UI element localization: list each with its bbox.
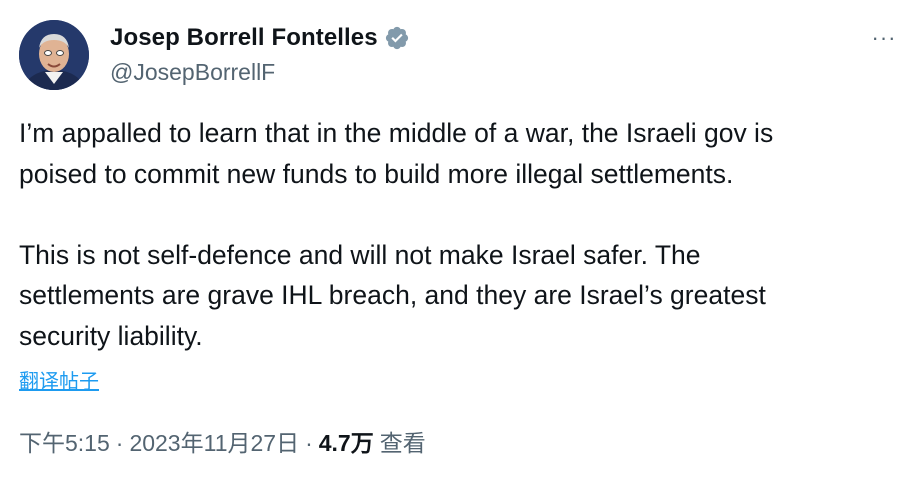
verified-badge-icon[interactable] bbox=[384, 25, 410, 51]
meta-separator: · bbox=[115, 430, 124, 456]
author-handle[interactable]: @JosepBorrellF bbox=[110, 59, 275, 86]
views-label[interactable]: 查看 bbox=[380, 424, 426, 458]
views-count[interactable]: 4.7万 bbox=[319, 424, 374, 458]
tweet-card: Josep Borrell Fontelles @JosepBorrellF ·… bbox=[0, 0, 908, 480]
more-icon: ··· bbox=[871, 25, 897, 50]
meta-separator: · bbox=[305, 430, 313, 456]
author-name-row: Josep Borrell Fontelles bbox=[110, 24, 410, 52]
tweet-date[interactable]: 2023年11月27日 bbox=[129, 424, 299, 458]
translate-post-link[interactable]: 翻译帖子 bbox=[19, 365, 99, 394]
tweet-text: I’m appalled to learn that in the middle… bbox=[19, 118, 774, 351]
avatar-portrait bbox=[19, 20, 89, 90]
author-display-name[interactable]: Josep Borrell Fontelles bbox=[110, 24, 378, 52]
more-options-button[interactable]: ··· bbox=[868, 26, 900, 50]
tweet-meta: 下午5:15 · 2023年11月27日 · 4.7万 查看 bbox=[19, 424, 426, 458]
author-avatar[interactable] bbox=[19, 20, 89, 90]
tweet-time[interactable]: 下午5:15 bbox=[19, 424, 110, 458]
